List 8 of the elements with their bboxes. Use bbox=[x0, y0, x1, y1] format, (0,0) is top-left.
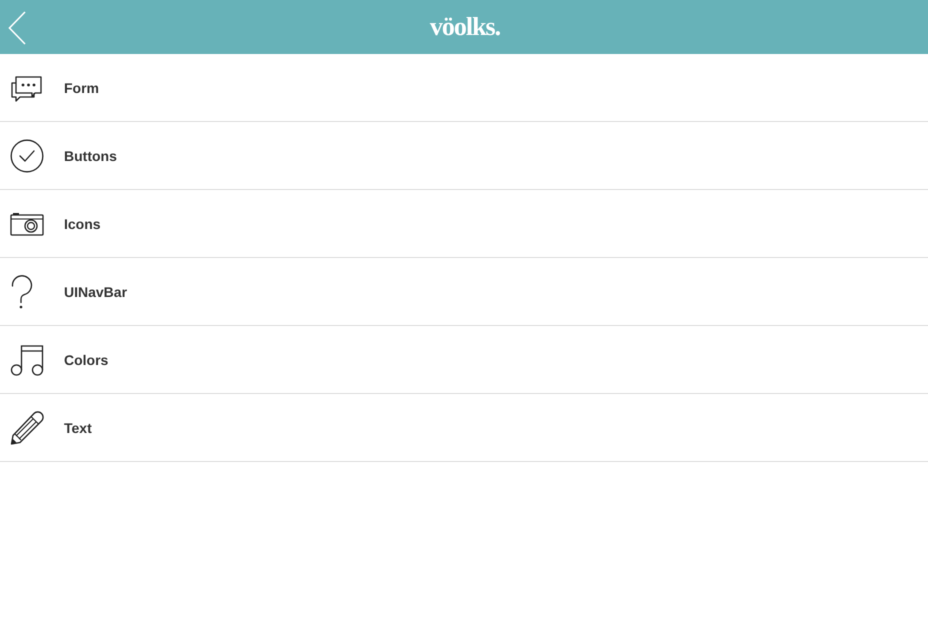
music-note-icon bbox=[10, 344, 44, 376]
pencil-icon bbox=[10, 410, 44, 444]
check-circle-icon bbox=[10, 138, 44, 172]
camera-icon bbox=[10, 210, 44, 236]
chat-bubbles-icon bbox=[10, 74, 44, 102]
logo-text: vöolks. bbox=[430, 14, 500, 40]
back-chevron-icon bbox=[8, 11, 26, 45]
question-mark-icon bbox=[10, 274, 34, 308]
